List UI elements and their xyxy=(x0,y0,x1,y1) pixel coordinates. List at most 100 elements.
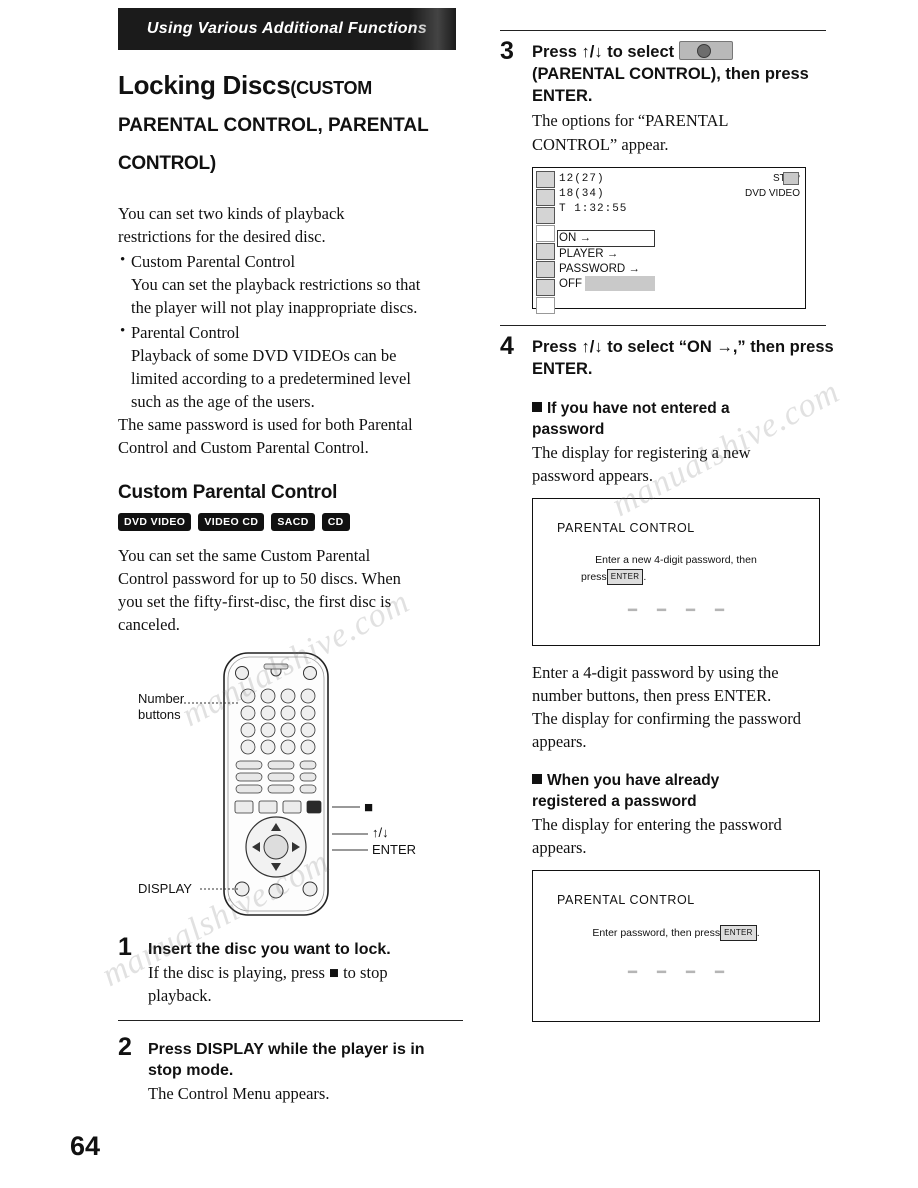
password-digit-slot: ━ xyxy=(686,602,696,619)
bullet1-line-1: You can set the playback restrictions so… xyxy=(131,275,421,294)
callout-number-buttons-line2: buttons xyxy=(138,707,181,722)
square-bullet-icon xyxy=(532,774,542,784)
step-2-title-line2: stop mode. xyxy=(148,1062,234,1079)
osd-icon-cell xyxy=(536,243,555,260)
media-tag-row: DVD VIDEO VIDEO CD SACD CD xyxy=(118,513,463,531)
osd-disc-type: DVD VIDEO xyxy=(744,188,800,199)
step-3-number: 3 xyxy=(500,37,514,65)
subhead-already-registered: When you have already registered a passw… xyxy=(532,770,840,812)
media-tag-video-cd: VIDEO CD xyxy=(198,513,265,531)
step-4: 4 Press ↑/↓ to select “ON →,” then press… xyxy=(500,333,840,1022)
osd-icon-cell xyxy=(536,225,555,242)
password-digit-slot: ━ xyxy=(627,602,637,619)
bullet-parental-control: Parental Control xyxy=(118,321,463,343)
callout-number-buttons-line1: Number xyxy=(138,691,185,706)
step-1-body-line2: playback. xyxy=(148,986,212,1005)
step-2: 2 Press DISPLAY while the player is in s… xyxy=(118,1035,463,1104)
step-1-body-line1: If the disc is playing, press ■ to stop xyxy=(148,963,388,982)
step-1-number: 1 xyxy=(118,933,132,961)
mid-line-4: appears. xyxy=(532,732,587,751)
enter-button-icon: ENTER xyxy=(720,925,757,941)
osd-icon-cell xyxy=(536,189,555,206)
media-tag-cd: CD xyxy=(321,513,350,531)
pc-dialog-1-line2-pre: press xyxy=(581,571,607,583)
mid-line-3: The display for confirming the password xyxy=(532,709,801,728)
intro-line-3: The same password is used for both Paren… xyxy=(118,415,413,434)
step-2-body: The Control Menu appears. xyxy=(148,1084,330,1103)
section-banner-label: Using Various Additional Functions xyxy=(146,20,428,37)
custom-line-2: Control password for up to 50 discs. Whe… xyxy=(118,569,401,588)
page-title-line2: PARENTAL CONTROL, PARENTAL xyxy=(118,115,429,136)
subhead-2-line2: registered a password xyxy=(532,793,697,810)
step-1: 1 Insert the disc you want to lock. If t… xyxy=(118,935,463,1006)
osd-icon-cell xyxy=(536,261,555,278)
step-3-title-line3: ENTER. xyxy=(532,87,593,105)
password-digit-slot: ━ xyxy=(627,964,637,981)
section-banner: Using Various Additional Functions xyxy=(118,8,456,50)
bullet2-line-1: Playback of some DVD VIDEOs can be xyxy=(131,346,397,365)
step-3-title-text1: Press ↑/↓ to select xyxy=(532,43,675,61)
subhead-1-line2: password xyxy=(532,421,605,438)
bullet-custom-parental-control: Custom Parental Control xyxy=(118,250,463,272)
page-number: 64 xyxy=(70,1131,101,1161)
pc-dialog-1-text: Enter a new 4-digit password, then press… xyxy=(547,553,805,585)
osd-icon-column xyxy=(536,171,555,314)
osd-option-player: PLAYER → xyxy=(559,248,619,260)
osd-line-1: 12(27) xyxy=(559,173,605,185)
osd-highlight-bar xyxy=(585,276,655,291)
bullet2-line-2: limited according to a predetermined lev… xyxy=(131,369,411,388)
step-2-title-line1: Press DISPLAY while the player is in xyxy=(148,1041,425,1058)
pc-dialog-2-password-field: ━ ━ ━ ━ xyxy=(547,963,805,981)
password-digit-slot: ━ xyxy=(715,964,725,981)
mid-line-2: number buttons, then press ENTER. xyxy=(532,686,772,705)
password-digit-slot: ━ xyxy=(656,602,666,619)
callout-updown: ↑/↓ xyxy=(372,825,389,840)
callout-display: DISPLAY xyxy=(138,881,192,896)
step-3-title-line2: (PARENTAL CONTROL), then press xyxy=(532,65,809,83)
custom-line-3: you set the fifty-first-disc, the first … xyxy=(118,592,392,611)
osd-option-on: ON → xyxy=(559,232,591,244)
bullet2-title: Parental Control xyxy=(131,323,240,342)
step-3-title-line1: Press ↑/↓ to select xyxy=(532,41,840,63)
intro-text: You can set two kinds of playback restri… xyxy=(118,203,463,458)
osd-icon-cell xyxy=(536,207,555,224)
pc-dialog-1-line2: press ENTER. xyxy=(581,569,805,585)
sub1-body-line2: password appears. xyxy=(532,466,653,485)
custom-line-1: You can set the same Custom Parental xyxy=(118,546,371,565)
step-4-title-line1: Press ↑/↓ to select “ON →,” then press xyxy=(532,338,834,356)
pc-dialog-2-line1-post: . xyxy=(756,927,760,939)
step-2-number: 2 xyxy=(118,1033,132,1061)
step-4-title-line2: ENTER. xyxy=(532,360,593,378)
right-top-divider xyxy=(500,30,826,31)
page-title-paren: (CUSTOM xyxy=(290,78,372,98)
bullet2-line-3: such as the age of the users. xyxy=(131,392,315,411)
parental-control-icon xyxy=(678,41,733,60)
enter-button-icon: ENTER xyxy=(606,569,644,585)
step-divider-1 xyxy=(118,1020,463,1021)
osd-line-3: T 1:32:55 xyxy=(559,203,628,215)
right-column: 3 Press ↑/↓ to select (PARENTAL CONTROL)… xyxy=(500,30,840,1022)
pc-dialog-1-title: PARENTAL CONTROL xyxy=(557,521,695,535)
custom-parental-paragraph: You can set the same Custom Parental Con… xyxy=(118,545,463,635)
step-3-body-line2: CONTROL” appear. xyxy=(532,135,669,154)
subhead-1-line1: If you have not entered a xyxy=(547,400,730,417)
left-column: Using Various Additional Functions Locki… xyxy=(118,8,463,1104)
callout-stop-icon: ■ xyxy=(364,799,374,816)
bullet2-body: Playback of some DVD VIDEOs can be limit… xyxy=(118,345,463,412)
page-title-main: Locking Discs xyxy=(118,70,291,100)
remote-control-illustration: Number buttons ■ ↑/↓ ENTER DISPLAY xyxy=(118,651,463,921)
subhead-2-line1: When you have already xyxy=(547,772,720,789)
parental-control-dialog-enter-password: PARENTAL CONTROL Enter password, then pr… xyxy=(532,870,820,1022)
password-digit-slot: ━ xyxy=(715,602,725,619)
step-3-body-line1: The options for “PARENTAL xyxy=(532,111,729,130)
parental-control-dialog-new-password: PARENTAL CONTROL Enter a new 4-digit pas… xyxy=(532,498,820,646)
pc-dialog-2-line1-pre: Enter password, then press xyxy=(592,927,721,939)
onscreen-display-control-menu: 12(27) 18(34) T 1:32:55 STOP DVD VIDEO O… xyxy=(532,167,806,314)
step-3: 3 Press ↑/↓ to select (PARENTAL CONTROL)… xyxy=(500,37,840,314)
step-1-title: Insert the disc you want to lock. xyxy=(148,941,391,958)
right-divider-1 xyxy=(500,325,826,326)
bullet1-title: Custom Parental Control xyxy=(131,252,296,271)
sub1-body-line1: The display for registering a new xyxy=(532,443,751,462)
bullet1-line-2: the player will not play inappropriate d… xyxy=(131,298,418,317)
manual-page: Using Various Additional Functions Locki… xyxy=(0,0,918,1188)
